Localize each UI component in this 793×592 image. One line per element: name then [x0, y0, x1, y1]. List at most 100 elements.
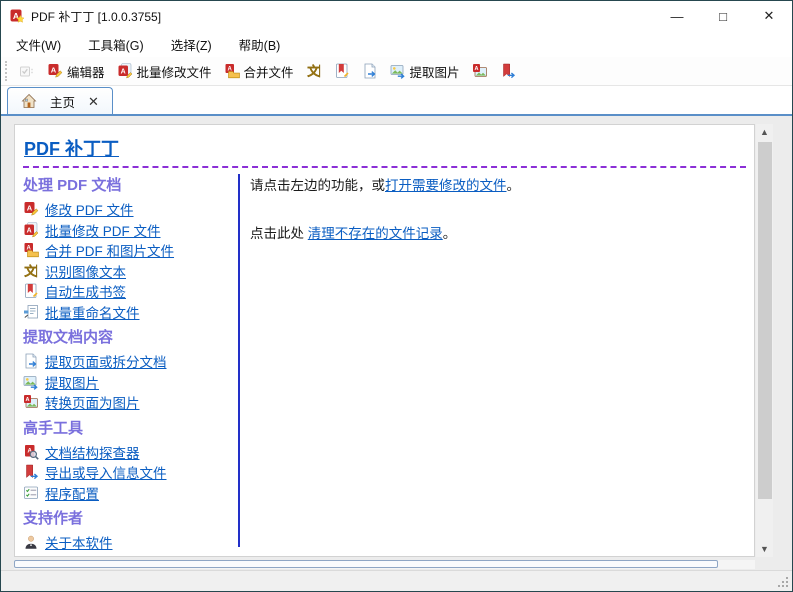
section-support-author-header: 支持作者	[23, 507, 238, 528]
config-icon	[23, 485, 39, 501]
app-icon: A	[9, 8, 25, 24]
toolbar-extract-pages[interactable]	[357, 61, 383, 81]
toolbar-merge-files-label: 合并文件	[244, 62, 294, 81]
scroll-up-arrow-icon[interactable]: ▲	[756, 124, 773, 140]
open-file-link[interactable]: 打开需要修改的文件	[385, 178, 507, 193]
link-about[interactable]: 关于本软件	[23, 532, 238, 553]
pdf-edit-icon: A	[47, 63, 63, 79]
svg-text:A: A	[474, 66, 478, 72]
link-export-import-info-label[interactable]: 导出或导入信息文件	[45, 462, 167, 482]
page-extract-icon	[362, 63, 378, 79]
link-batch-modify-pdf-label[interactable]: 批量修改 PDF 文件	[45, 220, 161, 240]
link-merge-pdf-images[interactable]: A合并 PDF 和图片文件	[23, 240, 238, 261]
link-merge-pdf-images-label[interactable]: 合并 PDF 和图片文件	[45, 240, 174, 260]
link-structure-inspector-label[interactable]: 文档结构探查器	[45, 442, 140, 462]
link-app-config-label[interactable]: 程序配置	[45, 483, 99, 503]
link-app-config[interactable]: 程序配置	[23, 483, 238, 504]
image-extract-icon	[390, 63, 406, 79]
section-extract-content-header: 提取文档内容	[23, 326, 238, 347]
toolbar-page-to-image[interactable]: A	[467, 61, 493, 81]
link-structure-inspector[interactable]: A 文档结构探查器	[23, 442, 238, 463]
toolbar-extract-images[interactable]: 提取图片	[385, 60, 465, 83]
window-controls: — □ ✕	[654, 1, 792, 31]
link-batch-rename[interactable]: 批量重命名文件	[23, 302, 238, 323]
dashed-separator	[23, 166, 746, 168]
link-batch-rename-label[interactable]: 批量重命名文件	[45, 302, 140, 322]
menu-bar: 文件(W)工具箱(G)选择(Z)帮助(B)	[1, 31, 792, 57]
link-page-to-image[interactable]: A 转换页面为图片	[23, 392, 238, 413]
vertical-scroll-thumb[interactable]	[758, 142, 772, 499]
toolbar: A编辑器A批量修改文件A合并文件文提取图片A	[1, 57, 792, 86]
svg-text:文: 文	[307, 64, 320, 79]
ocr-icon: 文	[306, 63, 322, 79]
clean-missing-files-link[interactable]: 清理不存在的文件记录	[308, 226, 443, 241]
toolbar-editor[interactable]: A编辑器	[42, 60, 110, 83]
window-title: PDF 补丁丁 [1.0.0.3755]	[31, 8, 161, 25]
vertical-scrollbar[interactable]: ▲ ▼	[756, 124, 773, 557]
link-modify-pdf-label[interactable]: 修改 PDF 文件	[45, 199, 134, 219]
bookmark-gen-icon	[23, 283, 39, 299]
page-to-image-icon: A	[23, 394, 39, 410]
link-auto-bookmark-label[interactable]: 自动生成书签	[45, 281, 126, 301]
menu-file[interactable]: 文件(W)	[5, 31, 72, 58]
hint-line-1-text: 请点击左边的功能，或	[250, 178, 385, 193]
hint-line-2-text: 点击此处	[250, 226, 308, 241]
page-extract-icon	[23, 353, 39, 369]
toolbar-export-info[interactable]	[495, 61, 521, 81]
svg-text:文: 文	[24, 263, 37, 278]
toolbar-batch-modify[interactable]: A批量修改文件	[112, 60, 217, 83]
link-ocr-image-text-label[interactable]: 识别图像文本	[45, 261, 126, 281]
link-extract-images-label[interactable]: 提取图片	[45, 372, 99, 392]
hint-line-1-period: 。	[507, 178, 521, 193]
link-batch-modify-pdf[interactable]: A 批量修改 PDF 文件	[23, 220, 238, 241]
menu-select[interactable]: 选择(Z)	[160, 31, 223, 58]
toolbar-multiselect-toggle[interactable]	[14, 61, 40, 81]
resize-grip[interactable]	[777, 576, 788, 587]
merge-icon: A	[224, 63, 240, 79]
checkbox-toggle-icon	[19, 63, 35, 79]
toolbar-ocr[interactable]: 文	[301, 61, 327, 81]
link-modify-pdf[interactable]: A 修改 PDF 文件	[23, 199, 238, 220]
info-export-icon	[500, 63, 516, 79]
svg-text:A: A	[27, 204, 33, 213]
function-link-list: 处理 PDF 文档A修改 PDF 文件A批量修改 PDF 文件A合并 PDF 和…	[23, 174, 238, 547]
toolbar-merge-files[interactable]: A合并文件	[219, 60, 299, 83]
vertical-scroll-track[interactable]	[756, 140, 773, 541]
tab-home-label: 主页	[50, 92, 75, 111]
toolbar-grip[interactable]	[5, 61, 10, 81]
link-extract-pages[interactable]: 提取页面或拆分文档	[23, 351, 238, 372]
svg-text:A: A	[27, 227, 32, 234]
menu-toolbox[interactable]: 工具箱(G)	[77, 31, 155, 58]
toolbar-extract-images-label: 提取图片	[410, 62, 460, 81]
link-about-label[interactable]: 关于本软件	[45, 532, 113, 552]
link-extract-images[interactable]: 提取图片	[23, 372, 238, 393]
scroll-down-arrow-icon[interactable]: ▼	[756, 541, 773, 557]
inspector-icon: A	[23, 444, 39, 460]
maximize-button[interactable]: □	[700, 1, 746, 31]
menu-help[interactable]: 帮助(B)	[228, 31, 292, 58]
horizontal-scroll-thumb[interactable]	[14, 560, 718, 568]
home-panel: PDF 补丁丁 处理 PDF 文档A修改 PDF 文件A批量修改 PDF 文件A…	[14, 124, 755, 557]
tab-close-button[interactable]: ✕	[88, 95, 99, 108]
ocr-icon: 文	[23, 263, 39, 279]
horizontal-scrollbar[interactable]	[14, 560, 755, 569]
hint-line-2-period: 。	[443, 226, 457, 241]
close-button[interactable]: ✕	[746, 1, 792, 31]
link-ocr-image-text[interactable]: 文识别图像文本	[23, 261, 238, 282]
svg-text:A: A	[26, 397, 30, 403]
link-auto-bookmark[interactable]: 自动生成书签	[23, 281, 238, 302]
pdf-edit-icon: A	[23, 201, 39, 217]
link-export-import-info[interactable]: 导出或导入信息文件	[23, 462, 238, 483]
pdf-batch-icon: A	[117, 63, 133, 79]
info-export-icon	[23, 464, 39, 480]
link-page-to-image-label[interactable]: 转换页面为图片	[45, 392, 140, 412]
page-to-image-icon: A	[472, 63, 488, 79]
toolbar-editor-label: 编辑器	[67, 62, 105, 81]
link-extract-pages-label[interactable]: 提取页面或拆分文档	[45, 351, 167, 371]
home-columns: 处理 PDF 文档A修改 PDF 文件A批量修改 PDF 文件A合并 PDF 和…	[23, 174, 746, 547]
tab-home[interactable]: 主页 ✕	[7, 87, 113, 114]
minimize-button[interactable]: —	[654, 1, 700, 31]
toolbar-auto-bookmark[interactable]	[329, 61, 355, 81]
home-page-title[interactable]: PDF 补丁丁	[24, 135, 119, 161]
status-bar	[1, 570, 792, 591]
